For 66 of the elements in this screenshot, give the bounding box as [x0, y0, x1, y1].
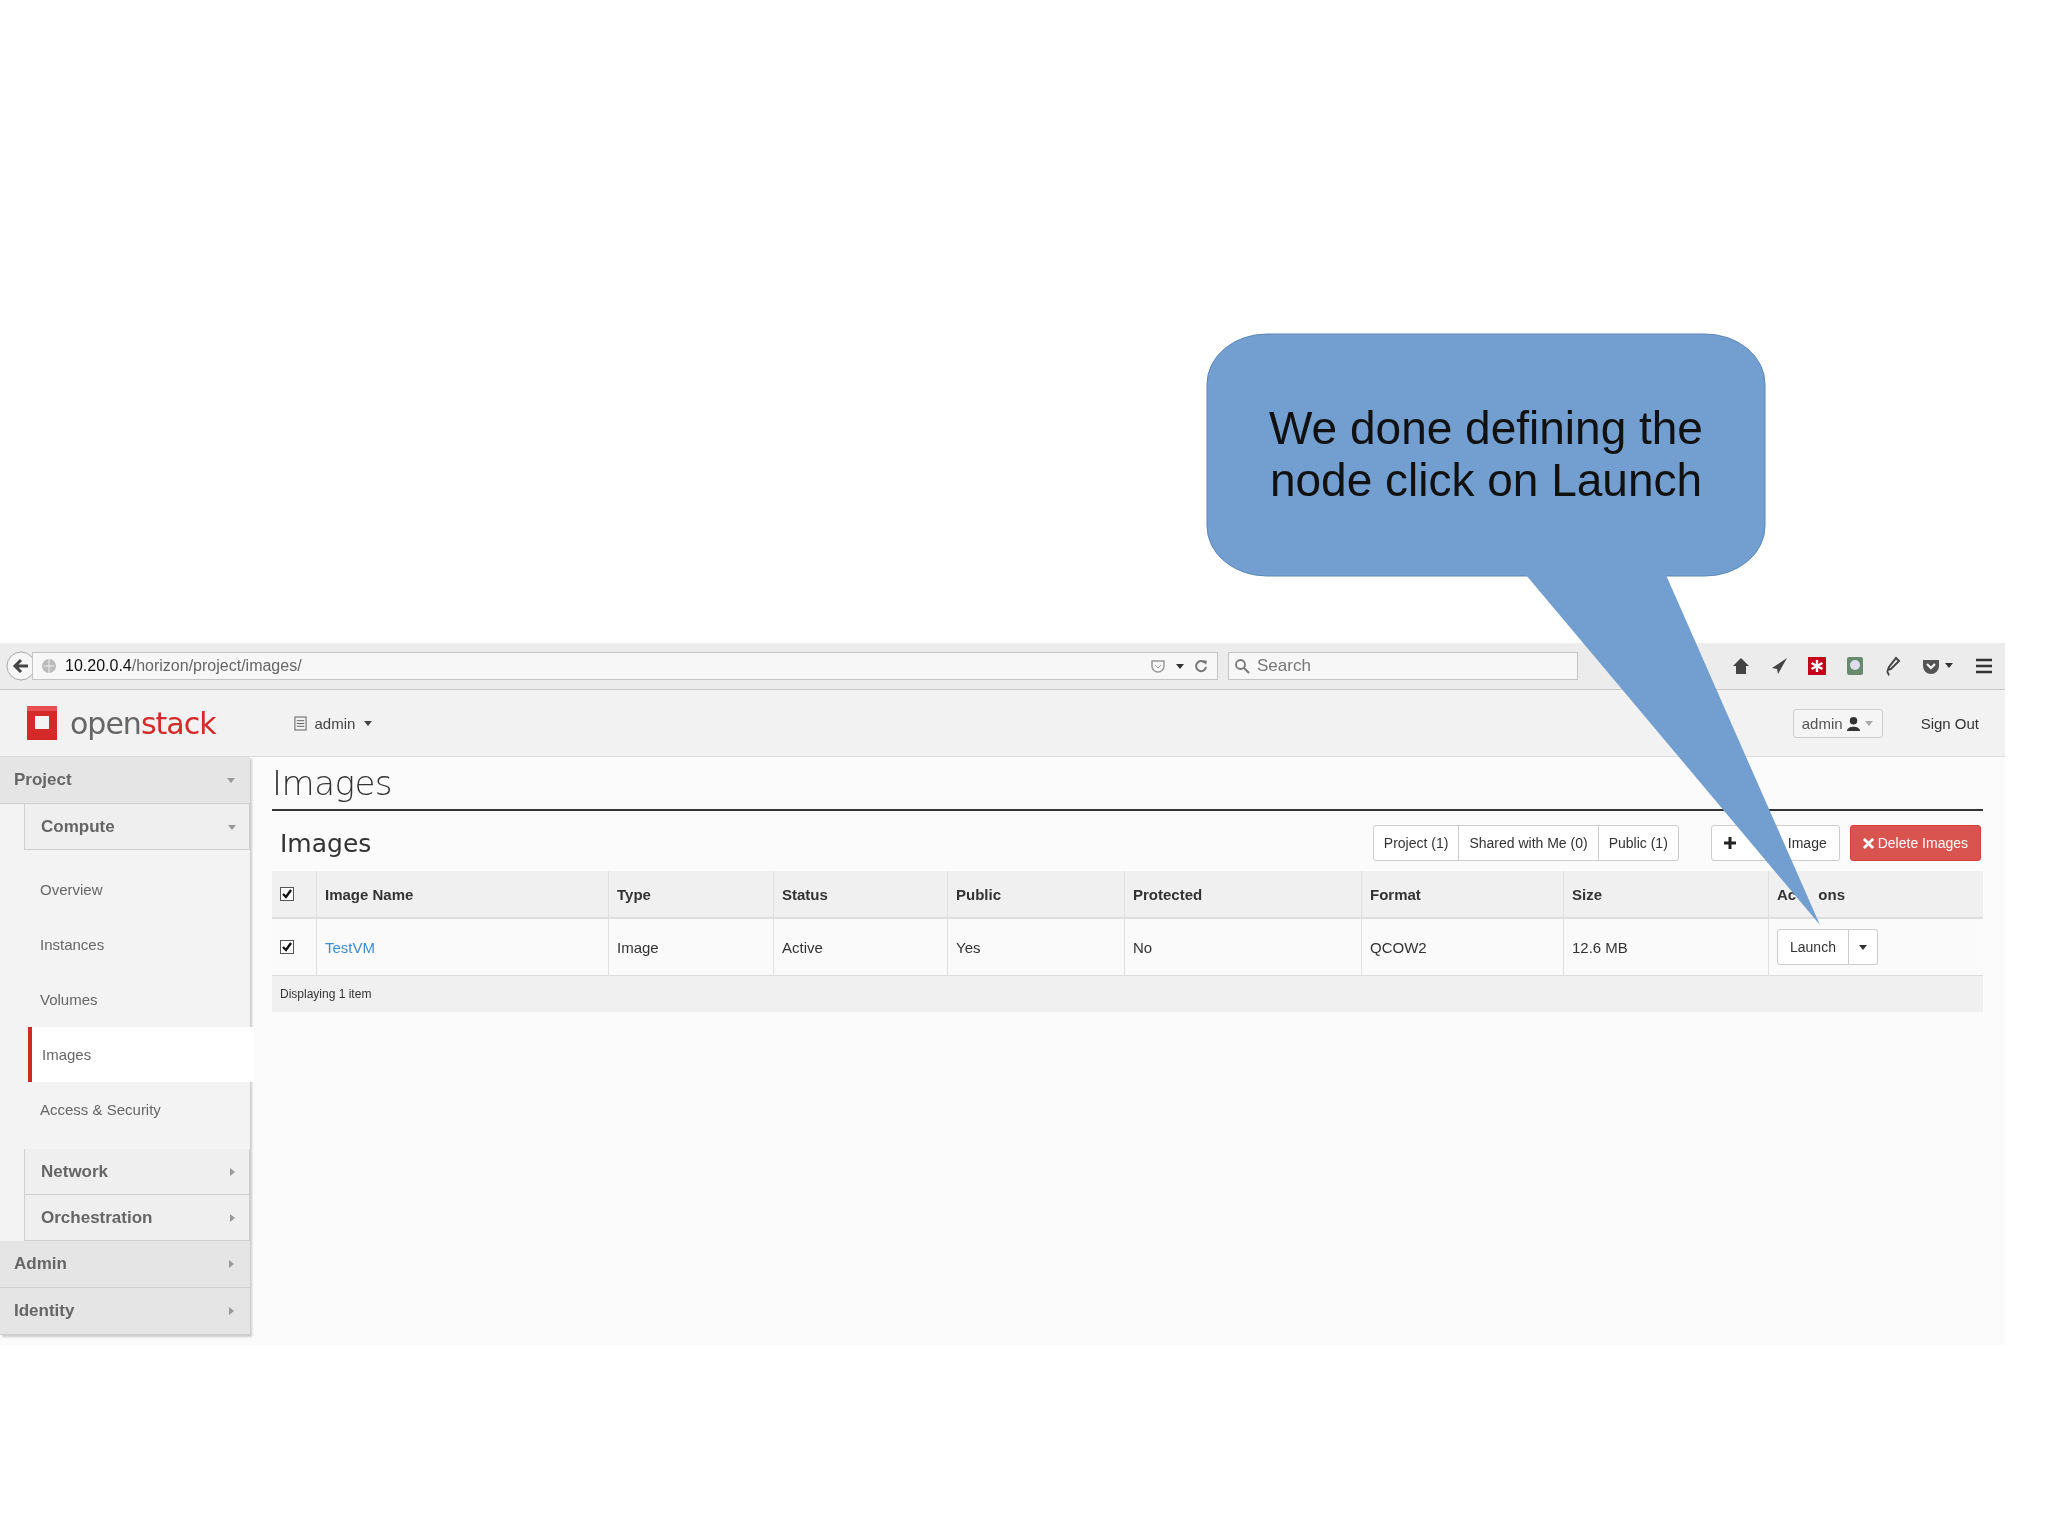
home-icon[interactable] — [1731, 656, 1751, 676]
caret-icon — [363, 718, 374, 728]
sidebar-panel-header[interactable]: Project — [0, 757, 250, 804]
sidebar-group-header[interactable]: Compute — [24, 804, 250, 850]
pen-icon[interactable] — [1883, 656, 1903, 676]
sidebar-item[interactable]: Access & Security — [24, 1082, 250, 1137]
openstack-logo[interactable]: openstack — [24, 703, 216, 743]
column-header: Public — [956, 885, 1001, 903]
checkbox[interactable] — [280, 940, 294, 954]
caret-right-icon — [227, 1212, 237, 1223]
column-header: Size — [1572, 885, 1602, 903]
table-cell: Image — [617, 938, 659, 956]
note-icon[interactable] — [1845, 656, 1865, 676]
column-header: Type — [617, 885, 651, 903]
shield-icon[interactable] — [1149, 658, 1167, 674]
caret-right-icon — [227, 1166, 237, 1177]
sidebar-item[interactable]: Overview — [24, 862, 250, 917]
filter-button[interactable]: Public (1) — [1597, 825, 1679, 861]
sidebar-panel-header[interactable]: Admin — [0, 1241, 250, 1288]
filter-button[interactable]: Project (1) — [1372, 825, 1460, 861]
sidebar-group-header[interactable]: Network — [24, 1149, 250, 1195]
table-cell: 12.6 MB — [1572, 938, 1628, 956]
caret-down-icon — [226, 775, 236, 785]
plus-icon — [1723, 837, 1736, 849]
caret-right-icon — [226, 1306, 236, 1316]
checkbox[interactable] — [280, 887, 294, 901]
sidebar-group-header[interactable]: Orchestration — [24, 1195, 250, 1241]
column-header: Image Name — [325, 885, 414, 903]
caret-icon — [1863, 718, 1874, 728]
item-count: Displaying 1 item — [280, 987, 372, 1001]
project-dropdown[interactable]: admin — [293, 714, 374, 732]
sidebar-item[interactable]: Images — [28, 1027, 254, 1082]
user-dropdown[interactable]: admin — [1792, 708, 1883, 738]
globe-icon — [41, 658, 57, 674]
launch-button[interactable]: Launch — [1777, 929, 1849, 965]
image-name-link[interactable]: TestVM — [325, 938, 375, 956]
dropdown-toggle[interactable] — [1848, 929, 1878, 965]
caret-right-icon — [226, 1259, 236, 1269]
reload-icon[interactable] — [1193, 658, 1209, 674]
document-icon — [293, 715, 307, 731]
filter-button[interactable]: Shared with Me (0) — [1458, 825, 1599, 861]
search-field[interactable]: Search — [1228, 652, 1578, 680]
column-header: Protected — [1133, 885, 1203, 903]
table-title: Images — [280, 828, 372, 858]
callout-text: We done defining the node click on Launch — [1268, 403, 1704, 507]
menu-icon[interactable] — [1973, 656, 1995, 676]
column-header: Ac ons — [1777, 885, 1845, 903]
asterisk-icon[interactable] — [1807, 656, 1827, 676]
close-icon — [1862, 837, 1874, 849]
table-cell: QCOW2 — [1370, 938, 1427, 956]
logo-icon — [24, 703, 60, 743]
column-header: Status — [782, 885, 828, 903]
delete-images-button[interactable]: Delete Images — [1849, 825, 1981, 861]
column-header: Format — [1370, 885, 1421, 903]
address-bar[interactable]: 10.20.0.4/horizon/project/images/ — [32, 652, 1218, 680]
table-cell: Yes — [956, 938, 981, 956]
sign-out-link[interactable]: Sign Out — [1920, 714, 1979, 732]
caret-icon[interactable] — [1175, 661, 1185, 671]
sidebar-item[interactable]: Instances — [24, 917, 250, 972]
sidebar-panel-header[interactable]: Identity — [0, 1288, 250, 1335]
table-cell: Active — [782, 938, 823, 956]
user-icon — [1846, 715, 1860, 731]
url-text: 10.20.0.4/horizon/project/images/ — [65, 657, 302, 675]
sidebar-item[interactable]: Volumes — [24, 972, 250, 1027]
search-icon — [1234, 658, 1250, 674]
table-cell: No — [1133, 938, 1153, 956]
